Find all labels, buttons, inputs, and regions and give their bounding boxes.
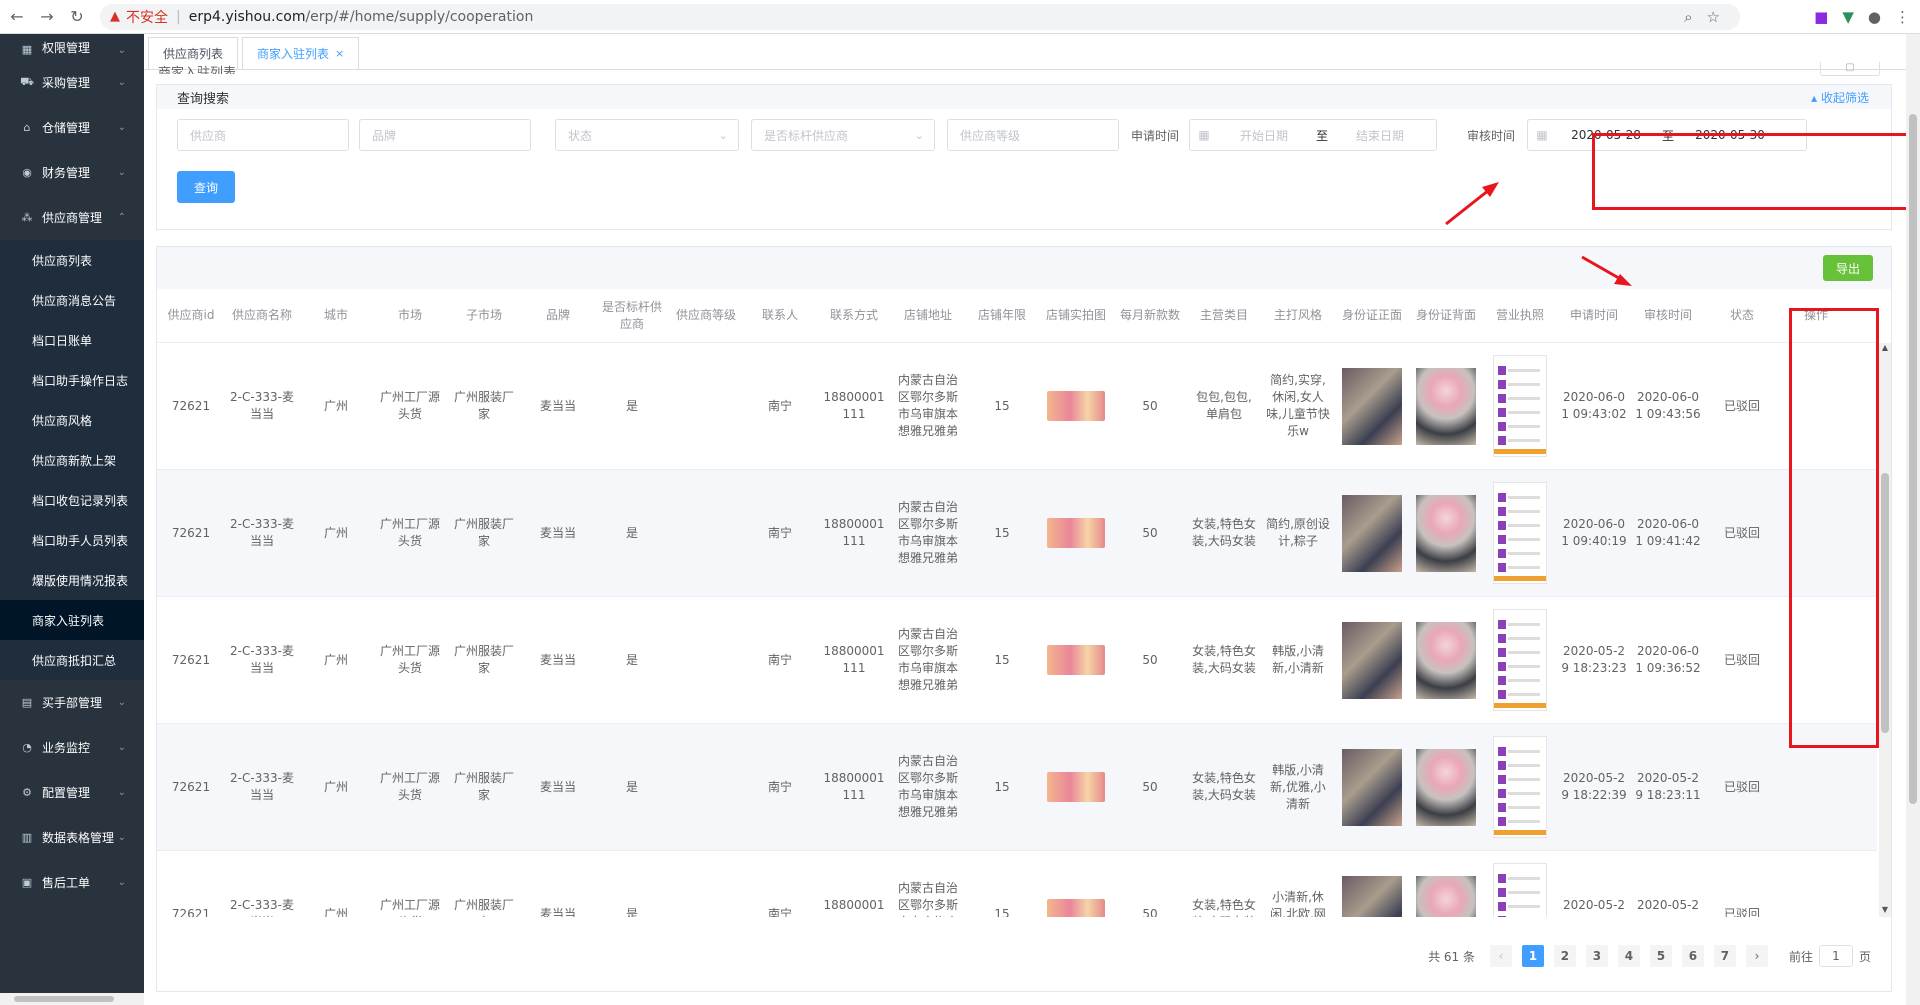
- money-icon: ◉: [22, 166, 32, 179]
- url-separator: |: [176, 8, 181, 25]
- sidebar-menu-item[interactable]: ⛟ 采购管理 ⌄: [0, 60, 144, 105]
- chevron-down-icon: ⌄: [117, 742, 126, 753]
- sidebar-menu-item[interactable]: ◉ 财务管理 ⌄: [0, 150, 144, 195]
- sidebar-menu-item[interactable]: ▥ 数据表格管理 ⌄: [0, 815, 144, 860]
- table-icon: ▥: [21, 831, 33, 844]
- cart-icon: ⛟: [20, 75, 34, 88]
- back-icon[interactable]: ←: [4, 4, 30, 30]
- annotation-arrows: [1445, 182, 1632, 286]
- sidebar-sub-item[interactable]: 档口助手人员列表: [0, 520, 144, 560]
- browser-toolbar: ← → ↻ ▲ 不安全 | erp4.yishou.com /erp/#/hom…: [0, 0, 1920, 34]
- scrollbar-thumb[interactable]: [1909, 114, 1917, 804]
- sidebar: ▦ 权限管理 ⌄ ⛟ 采购管理 ⌄ ⌂ 仓储管理 ⌄ ◉ 财务管理 ⌄ ⁂ 供应商管理 ⌃ 供应商列表 供应商…: [0, 34, 144, 1005]
- profile-icon[interactable]: ●: [1868, 8, 1881, 26]
- grid-icon: ▦: [21, 42, 33, 56]
- chevron-down-icon: ⌄: [117, 832, 126, 843]
- sidebar-menu-item[interactable]: ◔ 业务监控 ⌄: [0, 725, 144, 770]
- sidebar-menu-label: 权限管理: [42, 41, 91, 55]
- sidebar-sub-item[interactable]: 爆版使用情况报表: [0, 560, 144, 600]
- sidebar-menu-label: 售后工单: [42, 876, 91, 890]
- vue-devtools-icon[interactable]: ▼: [1842, 8, 1854, 26]
- main-content: 供应商列表 商家入驻列表 × 商家入驻列表 ▢ 查询搜索 ▴ 收起筛选 供应商 品…: [144, 34, 1920, 1005]
- zoom-icon[interactable]: ⌕: [1684, 8, 1692, 26]
- sidebar-menu-item[interactable]: ▣ 售后工单 ⌄: [0, 860, 144, 905]
- sidebar-menu-label: 仓储管理: [42, 121, 91, 135]
- chart-icon: ◔: [22, 741, 32, 754]
- chevron-down-icon: ⌄: [117, 77, 126, 88]
- sidebar-sub-item[interactable]: 供应商新款上架: [0, 440, 144, 480]
- sidebar-sub-item[interactable]: 档口收包记录列表: [0, 480, 144, 520]
- star-icon[interactable]: ☆: [1707, 8, 1720, 26]
- arrow-to-column: [1581, 255, 1625, 283]
- sidebar-menu-item[interactable]: ▤ 买手部管理 ⌄: [0, 680, 144, 725]
- chevron-down-icon: ⌄: [117, 787, 126, 798]
- extension-icon[interactable]: ■: [1814, 8, 1828, 26]
- chevron-down-icon: ⌄: [117, 877, 126, 888]
- sidebar-scrollbar[interactable]: [0, 993, 144, 1005]
- sidebar-menu-label: 业务监控: [42, 741, 91, 755]
- address-actions: ⌕ ☆: [1684, 8, 1720, 26]
- sidebar-menu-item[interactable]: ⚙ 配置管理 ⌄: [0, 770, 144, 815]
- sidebar-menu-label: 财务管理: [42, 166, 91, 180]
- menu-icon[interactable]: ⋮: [1895, 8, 1910, 26]
- ticket-icon: ▣: [21, 876, 33, 889]
- sidebar-sub-item[interactable]: 档口日账单: [0, 320, 144, 360]
- reload-icon[interactable]: ↻: [64, 4, 90, 30]
- url-host: erp4.yishou.com: [188, 8, 306, 25]
- chevron-down-icon: ⌄: [117, 167, 126, 178]
- chevron-up-icon: ⌃: [117, 212, 126, 223]
- chevron-down-icon: ⌄: [117, 697, 126, 708]
- warning-icon: ▲: [110, 9, 120, 24]
- sidebar-menu-item[interactable]: ▦ 权限管理 ⌄: [0, 34, 144, 60]
- sidebar-menu-item[interactable]: ⌂ 仓储管理 ⌄: [0, 105, 144, 150]
- page-scrollbar[interactable]: [1906, 34, 1920, 1005]
- sidebar-menu-item[interactable]: ⁂ 供应商管理 ⌃: [0, 195, 144, 240]
- forward-icon[interactable]: →: [34, 4, 60, 30]
- sidebar-menu-label: 数据表格管理: [42, 831, 115, 845]
- chevron-down-icon: ⌄: [117, 45, 126, 56]
- sidebar-menu-label: 采购管理: [42, 76, 91, 90]
- extension-icons: ■ ▼ ● ⋮: [1814, 8, 1910, 26]
- gear-icon: ⚙: [22, 786, 32, 799]
- sidebar-sub-item[interactable]: 商家入驻列表: [0, 600, 144, 640]
- address-bar[interactable]: ▲ 不安全 | erp4.yishou.com /erp/#/home/supp…: [100, 3, 1740, 30]
- sidebar-sub-item[interactable]: 档口助手操作日志: [0, 360, 144, 400]
- security-label: 不安全: [126, 9, 168, 26]
- chevron-down-icon: ⌄: [117, 122, 126, 133]
- sidebar-menu-label: 配置管理: [42, 786, 91, 800]
- home-icon: ⌂: [23, 121, 31, 134]
- sidebar-sub-item[interactable]: 供应商抵扣汇总: [0, 640, 144, 680]
- sidebar-sub-item[interactable]: 供应商风格: [0, 400, 144, 440]
- url-path: /erp/#/home/supply/cooperation: [305, 8, 534, 25]
- sidebar-menu-label: 买手部管理: [42, 696, 103, 710]
- sidebar-sub-item[interactable]: 供应商消息公告: [0, 280, 144, 320]
- sidebar-sub-item[interactable]: 供应商列表: [0, 240, 144, 280]
- sidebar-menu-label: 供应商管理: [42, 211, 103, 225]
- doc-icon: ▤: [21, 696, 33, 709]
- supplier-icon: ⁂: [21, 211, 33, 224]
